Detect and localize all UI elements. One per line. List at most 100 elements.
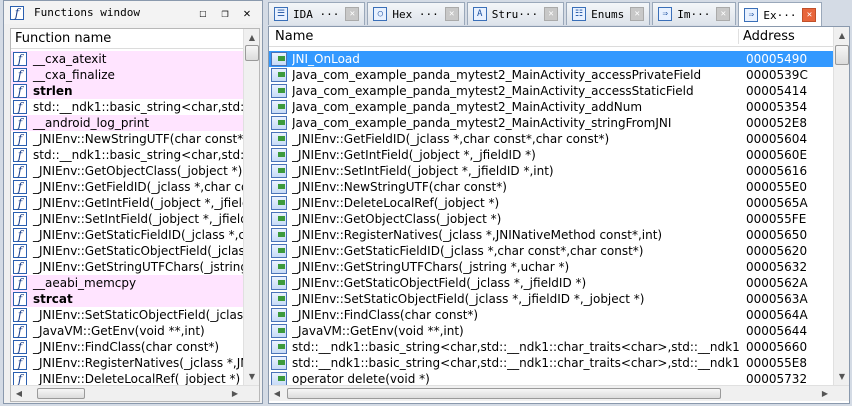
export-icon bbox=[271, 324, 287, 338]
close-icon[interactable]: ✕ bbox=[345, 7, 360, 21]
function-icon: f bbox=[13, 148, 27, 162]
export-row[interactable]: _JNIEnv::DeleteLocalRef(_jobject *) 00005… bbox=[269, 195, 833, 211]
tab-label: Enums bbox=[591, 7, 625, 21]
tab-5[interactable]: ⇒ Ex··· ✕ bbox=[738, 2, 823, 27]
function-row[interactable]: f __aeabi_memcpy bbox=[11, 275, 244, 291]
function-row[interactable]: f __android_log_print bbox=[11, 115, 244, 131]
export-name: operator delete(void *) bbox=[292, 372, 430, 386]
tab-icon: ⇒ bbox=[744, 8, 759, 22]
tab-1[interactable]: ○ Hex ··· ✕ bbox=[367, 2, 465, 25]
export-row[interactable]: _JNIEnv::GetStringUTFChars(_jstring *,uc… bbox=[269, 259, 833, 275]
export-row[interactable]: _JNIEnv::SetStaticObjectField(_jclass *,… bbox=[269, 291, 833, 307]
function-name: std::__ndk1::basic_string<char,std::__nd… bbox=[33, 148, 244, 162]
maximize-button[interactable]: ☐ bbox=[192, 6, 214, 20]
export-icon bbox=[271, 84, 287, 98]
scroll-thumb[interactable] bbox=[287, 388, 721, 399]
export-row[interactable]: Java_com_example_panda_mytest2_MainActiv… bbox=[269, 67, 833, 83]
tab-2[interactable]: A Stru··· ✕ bbox=[466, 2, 565, 25]
function-row[interactable]: f strcat bbox=[11, 291, 244, 307]
export-address: 00005732 bbox=[746, 372, 808, 386]
horizontal-scrollbar[interactable]: ◀ ▶ bbox=[269, 385, 849, 401]
function-row[interactable]: f _JNIEnv::NewStringUTF(char const*) bbox=[11, 131, 244, 147]
close-icon[interactable]: ✕ bbox=[444, 7, 459, 21]
function-icon: f bbox=[13, 372, 27, 386]
export-icon bbox=[271, 308, 287, 322]
export-row[interactable]: _JNIEnv::RegisterNatives(_jclass *,JNINa… bbox=[269, 227, 833, 243]
export-row[interactable]: _JNIEnv::FindClass(char const*) 0000564A bbox=[269, 307, 833, 323]
export-name: _JNIEnv::FindClass(char const*) bbox=[292, 308, 479, 322]
export-icon bbox=[271, 372, 287, 386]
column-header-address[interactable]: Address bbox=[739, 29, 795, 44]
function-name: _JNIEnv::GetFieldID(_jclass *,char const… bbox=[33, 180, 244, 194]
export-row[interactable]: _JNIEnv::GetIntField(_jobject *,_jfieldI… bbox=[269, 147, 833, 163]
function-name: __aeabi_memcpy bbox=[33, 276, 137, 290]
scroll-thumb[interactable] bbox=[245, 45, 259, 61]
function-name: _JNIEnv::DeleteLocalRef(_jobject *) bbox=[33, 372, 241, 386]
function-row[interactable]: f _JNIEnv::GetObjectClass(_jobject *) bbox=[11, 163, 244, 179]
tab-0[interactable]: ☰ IDA ··· ✕ bbox=[268, 2, 366, 25]
export-row[interactable]: _JNIEnv::GetObjectClass(_jobject *) 00005… bbox=[269, 211, 833, 227]
scroll-thumb[interactable] bbox=[835, 45, 849, 65]
function-row[interactable]: f _JNIEnv::GetStringUTFChars(_jstring *,u… bbox=[11, 259, 244, 275]
close-icon[interactable]: ✕ bbox=[716, 7, 731, 21]
tab-label: Im··· bbox=[677, 7, 711, 21]
functions-window-titlebar: f Functions window ☐ ❐ ✕ bbox=[4, 1, 262, 24]
export-row[interactable]: JNI_OnLoad 00005490 bbox=[269, 51, 833, 67]
function-row[interactable]: f _JNIEnv::FindClass(char const*) bbox=[11, 339, 244, 355]
export-address: 0000565A bbox=[746, 196, 808, 210]
export-row[interactable]: Java_com_example_panda_mytest2_MainActiv… bbox=[269, 115, 833, 131]
function-row[interactable]: f __cxa_atexit bbox=[11, 51, 244, 67]
close-icon[interactable]: ✕ bbox=[630, 7, 645, 21]
function-icon: f bbox=[13, 116, 27, 130]
function-icon: f bbox=[13, 356, 27, 370]
vertical-scrollbar[interactable]: ▲ ▼ bbox=[833, 27, 849, 385]
restore-button[interactable]: ❐ bbox=[214, 6, 236, 20]
function-row[interactable]: f _JNIEnv::GetStaticObjectField(_jclass *… bbox=[11, 243, 244, 259]
export-row[interactable]: std::__ndk1::basic_string<char,std::__nd… bbox=[269, 355, 833, 371]
close-button[interactable]: ✕ bbox=[236, 6, 258, 20]
function-row[interactable]: f _JNIEnv::SetStaticObjectField(_jclass *… bbox=[11, 307, 244, 323]
tab-label: Stru··· bbox=[491, 7, 539, 21]
export-name: _JNIEnv::SetIntField(_jobject *,_jfieldI… bbox=[292, 164, 554, 178]
column-header-function-name[interactable]: Function name bbox=[11, 29, 259, 49]
function-row[interactable]: f _JNIEnv::RegisterNatives(_jclass *,JNIN… bbox=[11, 355, 244, 371]
export-name: _JNIEnv::GetStaticObjectField(_jclass *,… bbox=[292, 276, 587, 290]
export-name: std::__ndk1::basic_string<char,std::__nd… bbox=[292, 340, 741, 354]
export-row[interactable]: std::__ndk1::basic_string<char,std::__nd… bbox=[269, 339, 833, 355]
tab-icon: ☰ bbox=[274, 7, 288, 21]
function-row[interactable]: f std::__ndk1::basic_string<char,std::__n… bbox=[11, 99, 244, 115]
function-name: _JNIEnv::NewStringUTF(char const*) bbox=[33, 132, 244, 146]
function-row[interactable]: f _JavaVM::GetEnv(void **,int) bbox=[11, 323, 244, 339]
function-icon: f bbox=[13, 244, 27, 258]
export-row[interactable]: _JNIEnv::NewStringUTF(char const*) 000055… bbox=[269, 179, 833, 195]
export-icon bbox=[271, 340, 287, 354]
function-row[interactable]: f std::__ndk1::basic_string<char,std::__n… bbox=[11, 147, 244, 163]
function-icon: f bbox=[13, 340, 27, 354]
export-row[interactable]: _JNIEnv::GetFieldID(_jclass *,char const… bbox=[269, 131, 833, 147]
tab-4[interactable]: ⇒ Im··· ✕ bbox=[652, 2, 737, 25]
function-row[interactable]: f _JNIEnv::GetFieldID(_jclass *,char cons… bbox=[11, 179, 244, 195]
function-row[interactable]: f _JNIEnv::GetIntField(_jobject *,_jfield… bbox=[11, 195, 244, 211]
export-name: JNI_OnLoad bbox=[292, 52, 360, 66]
column-header-name[interactable]: Name bbox=[269, 29, 739, 44]
close-icon[interactable]: ✕ bbox=[544, 7, 559, 21]
export-icon bbox=[271, 116, 287, 130]
scroll-thumb[interactable] bbox=[37, 388, 85, 399]
horizontal-scrollbar[interactable]: ◀ ▶ bbox=[11, 385, 259, 401]
function-row[interactable]: f _JNIEnv::SetIntField(_jobject *,_jfield… bbox=[11, 211, 244, 227]
export-row[interactable]: _JavaVM::GetEnv(void **,int) 00005644 bbox=[269, 323, 833, 339]
function-row[interactable]: f strlen bbox=[11, 83, 244, 99]
tab-3[interactable]: ☷ Enums ✕ bbox=[566, 2, 651, 25]
function-icon: f bbox=[10, 5, 24, 20]
vertical-scrollbar[interactable]: ▲ ▼ bbox=[243, 29, 259, 385]
export-row[interactable]: _JNIEnv::SetIntField(_jobject *,_jfieldI… bbox=[269, 163, 833, 179]
export-row[interactable]: _JNIEnv::GetStaticObjectField(_jclass *,… bbox=[269, 275, 833, 291]
export-row[interactable]: Java_com_example_panda_mytest2_MainActiv… bbox=[269, 83, 833, 99]
close-icon[interactable]: ✕ bbox=[802, 8, 817, 22]
function-row[interactable]: f _JNIEnv::GetStaticFieldID(_jclass *,cha… bbox=[11, 227, 244, 243]
export-name: _JNIEnv::GetStringUTFChars(_jstring *,uc… bbox=[292, 260, 570, 274]
function-row[interactable]: f __cxa_finalize bbox=[11, 67, 244, 83]
export-address: 000055FE bbox=[746, 212, 807, 226]
export-row[interactable]: Java_com_example_panda_mytest2_MainActiv… bbox=[269, 99, 833, 115]
export-row[interactable]: _JNIEnv::GetStaticFieldID(_jclass *,char… bbox=[269, 243, 833, 259]
